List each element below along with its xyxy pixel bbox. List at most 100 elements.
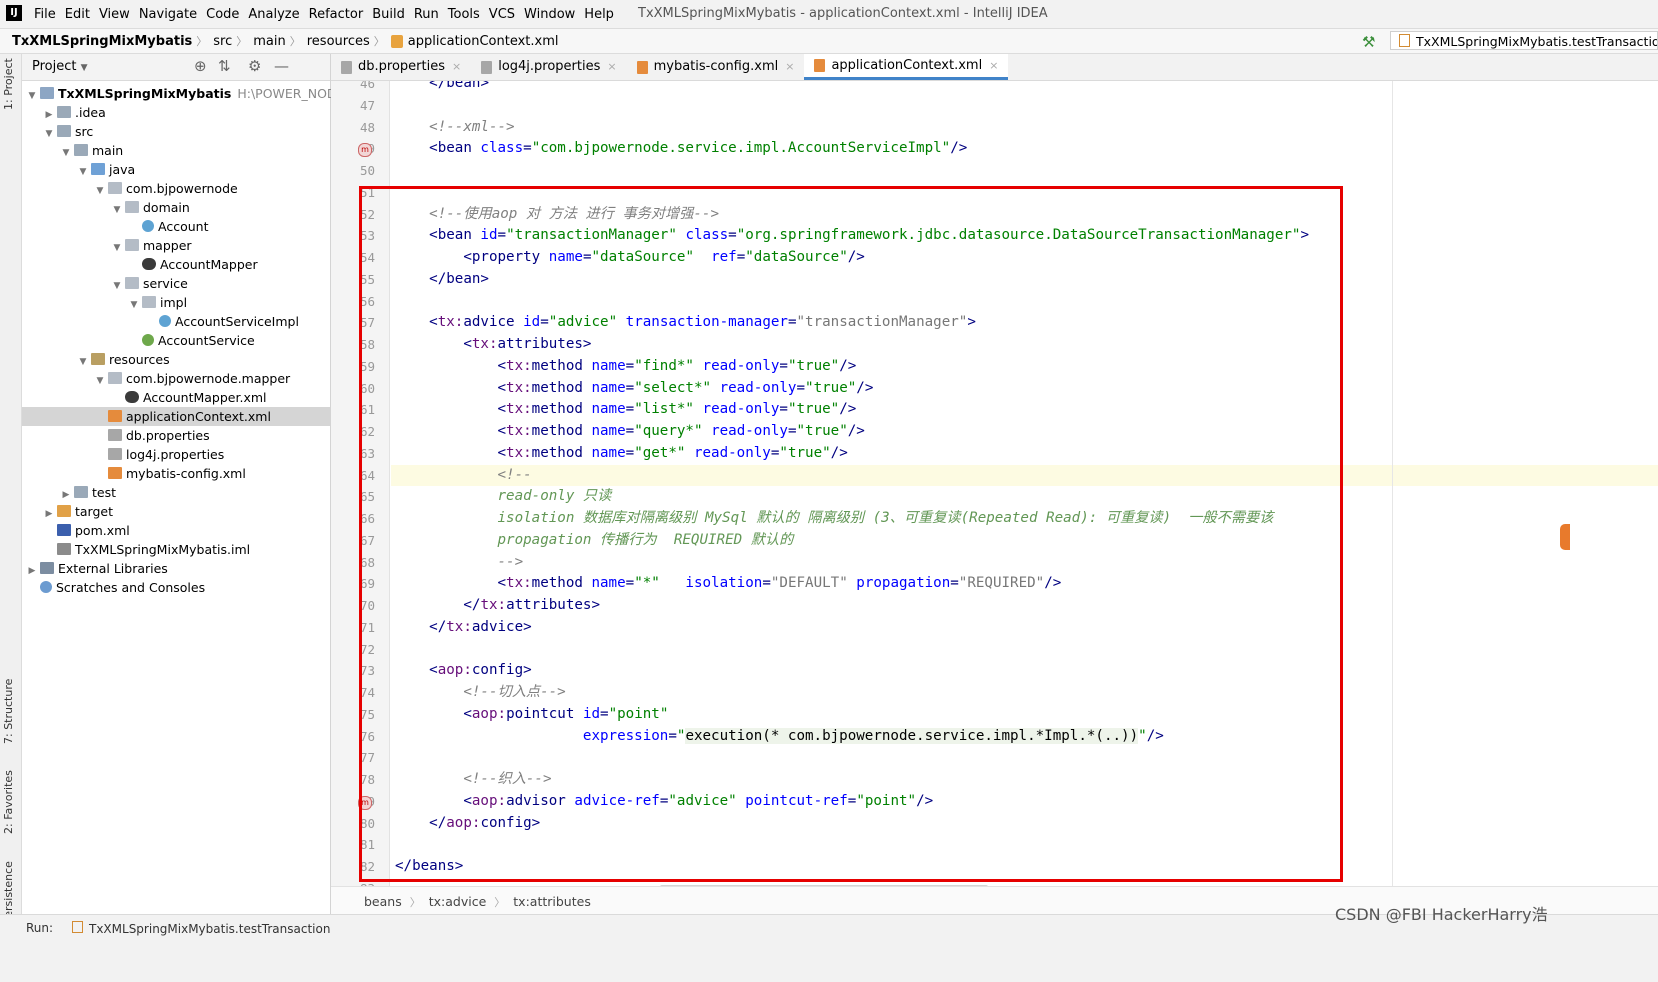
code-line[interactable]: </tx:attributes>	[395, 595, 600, 616]
code-line[interactable]: <aop:pointcut id="point"	[395, 704, 668, 725]
tree-item[interactable]: AccountMapper.xml	[22, 388, 330, 407]
code-content[interactable]: </bean> <!--xml--> <bean class="com.bjpo…	[331, 81, 1658, 886]
menu-analyze[interactable]: Analyze	[246, 7, 306, 22]
run-configuration-selector[interactable]: TxXMLSpringMixMybatis.testTransaction	[1390, 31, 1658, 50]
tree-item[interactable]: ▶ test	[22, 483, 330, 502]
tree-item[interactable]: TxXMLSpringMixMybatis.iml	[22, 540, 330, 559]
editor-tab[interactable]: db.properties ×	[331, 54, 471, 80]
tree-item[interactable]: ▼ mapper	[22, 236, 330, 255]
project-view-selector[interactable]: Project ▼	[32, 59, 88, 74]
gear-icon[interactable]: ⚙	[248, 57, 261, 75]
code-line[interactable]: <tx:method name="list*" read-only="true"…	[395, 399, 857, 420]
xml-breadcrumb-item[interactable]: beans	[364, 894, 402, 910]
code-line[interactable]: propagation 传播行为 REQUIRED 默认的	[395, 530, 794, 551]
editor-tab[interactable]: log4j.properties ×	[471, 54, 626, 80]
code-line[interactable]: expression= "execution(* com.bjpowernode.…	[395, 726, 1164, 747]
menu-navigate[interactable]: Navigate	[137, 7, 204, 22]
code-line[interactable]: <tx:advice id="advice" transaction-manag…	[395, 312, 976, 333]
editor-tab[interactable]: mybatis-config.xml ×	[627, 54, 805, 80]
tree-item[interactable]: ▼ java	[22, 160, 330, 179]
build-hammer-icon[interactable]: ⚒	[1362, 33, 1375, 51]
breadcrumb-item[interactable]: main	[253, 34, 285, 49]
tree-item[interactable]: ▶ target	[22, 502, 330, 521]
tree-item[interactable]: Account	[22, 217, 330, 236]
tree-item[interactable]: ▶ .idea	[22, 103, 330, 122]
code-line[interactable]: <tx:method name="query*" read-only="true…	[395, 421, 865, 442]
tree-item[interactable]: ▼ TxXMLSpringMixMybatis H:\POWER_NODE	[22, 84, 345, 103]
tree-item[interactable]: ▼ com.bjpowernode.mapper	[22, 369, 330, 388]
close-icon[interactable]: ×	[785, 54, 794, 80]
breadcrumb-item[interactable]: TxXMLSpringMixMybatis	[12, 34, 192, 49]
code-line[interactable]: <!--	[395, 465, 532, 486]
breadcrumb-item[interactable]: applicationContext.xml	[408, 34, 559, 49]
locate-icon[interactable]: ⊕	[194, 57, 207, 75]
code-line[interactable]: <!--织入-->	[395, 769, 551, 790]
close-icon[interactable]: ×	[607, 54, 616, 80]
editor-tab[interactable]: applicationContext.xml ×	[804, 53, 1009, 80]
menu-vcs[interactable]: VCS	[487, 7, 522, 22]
breadcrumb-item[interactable]: resources	[307, 34, 370, 49]
code-line[interactable]: <tx:method name="get*" read-only="true"/…	[395, 443, 848, 464]
run-tab[interactable]: TxXMLSpringMixMybatis.testTransaction	[72, 921, 330, 936]
xml-breadcrumb-item[interactable]: tx:advice	[429, 894, 487, 910]
project-tool-tab[interactable]: 1: Project	[2, 58, 15, 110]
tree-item[interactable]: db.properties	[22, 426, 330, 445]
tree-item[interactable]: ▶ External Libraries	[22, 559, 330, 578]
code-line[interactable]: <!--切入点-->	[395, 682, 565, 703]
menu-tools[interactable]: Tools	[446, 7, 487, 22]
menu-help[interactable]: Help	[582, 7, 621, 22]
code-line[interactable]: <property name="dataSource" ref="dataSou…	[395, 247, 865, 268]
code-line[interactable]: </bean>	[395, 269, 489, 290]
breadcrumb-item[interactable]: src	[213, 34, 232, 49]
close-icon[interactable]: ×	[989, 53, 998, 79]
menu-code[interactable]: Code	[204, 7, 246, 22]
tree-item[interactable]: AccountService	[22, 331, 330, 350]
tree-item[interactable]: ▼ main	[22, 141, 330, 160]
tree-item[interactable]: ▼ src	[22, 122, 330, 141]
tree-item[interactable]: Scratches and Consoles	[22, 578, 330, 597]
code-line[interactable]: <bean class="com.bjpowernode.service.imp…	[395, 138, 967, 159]
tree-item[interactable]: ▼ impl	[22, 293, 330, 312]
code-line[interactable]: <!--xml-->	[395, 117, 514, 138]
tree-item[interactable]: ▼ service	[22, 274, 330, 293]
code-editor[interactable]: 46474849m5051525354555657585960616263646…	[331, 81, 1658, 886]
code-line[interactable]: </bean>	[395, 81, 489, 94]
code-line[interactable]: <aop:config>	[395, 660, 532, 681]
code-line[interactable]: <tx:method name="find*" read-only="true"…	[395, 356, 857, 377]
code-line[interactable]: </tx:advice>	[395, 617, 532, 638]
tree-item[interactable]: log4j.properties	[22, 445, 330, 464]
code-line[interactable]: <!--使用aop 对 方法 进行 事务对增强-->	[395, 204, 719, 225]
menu-view[interactable]: View	[97, 7, 137, 22]
menu-build[interactable]: Build	[370, 7, 412, 22]
menu-window[interactable]: Window	[522, 7, 582, 22]
tree-item[interactable]: ▼ resources	[22, 350, 330, 369]
code-line[interactable]: isolation 数据库对隔离级别 MySql 默认的 隔离级别 (3、可重复…	[395, 508, 1274, 529]
hide-panel-icon[interactable]: —	[274, 57, 289, 75]
code-line[interactable]: </aop:config>	[395, 813, 540, 834]
code-line[interactable]: <tx:attributes>	[395, 334, 591, 355]
code-line[interactable]: <aop:advisor advice-ref="advice" pointcu…	[395, 791, 933, 812]
close-icon[interactable]: ×	[452, 54, 461, 80]
notification-edge-icon[interactable]	[1560, 524, 1570, 550]
favorites-tool-tab[interactable]: 2: Favorites	[2, 770, 15, 834]
tree-item[interactable]: applicationContext.xml	[22, 407, 330, 426]
tree-item[interactable]: AccountServiceImpl	[22, 312, 330, 331]
code-line[interactable]: read-only 只读	[395, 486, 612, 507]
code-line[interactable]: <tx:method name="select*" read-only="tru…	[395, 378, 874, 399]
tree-item[interactable]: AccountMapper	[22, 255, 330, 274]
menu-run[interactable]: Run	[412, 7, 446, 22]
tree-item[interactable]: pom.xml	[22, 521, 330, 540]
code-line[interactable]: <tx:method name="*" isolation="DEFAULT" …	[395, 573, 1062, 594]
code-line[interactable]: </beans>	[395, 856, 463, 877]
tree-item[interactable]: ▼ domain	[22, 198, 330, 217]
menu-file[interactable]: File	[32, 7, 63, 22]
menu-refactor[interactable]: Refactor	[307, 7, 371, 22]
xml-breadcrumb-item[interactable]: tx:attributes	[513, 894, 591, 910]
structure-tool-tab[interactable]: 7: Structure	[2, 679, 15, 744]
menu-edit[interactable]: Edit	[63, 7, 97, 22]
code-line[interactable]: <bean id="transactionManager" class="org…	[395, 225, 1309, 246]
code-line[interactable]: -->	[395, 552, 524, 573]
tree-item[interactable]: mybatis-config.xml	[22, 464, 330, 483]
tree-item[interactable]: ▼ com.bjpowernode	[22, 179, 330, 198]
collapse-all-icon[interactable]: ⇅	[218, 57, 231, 75]
